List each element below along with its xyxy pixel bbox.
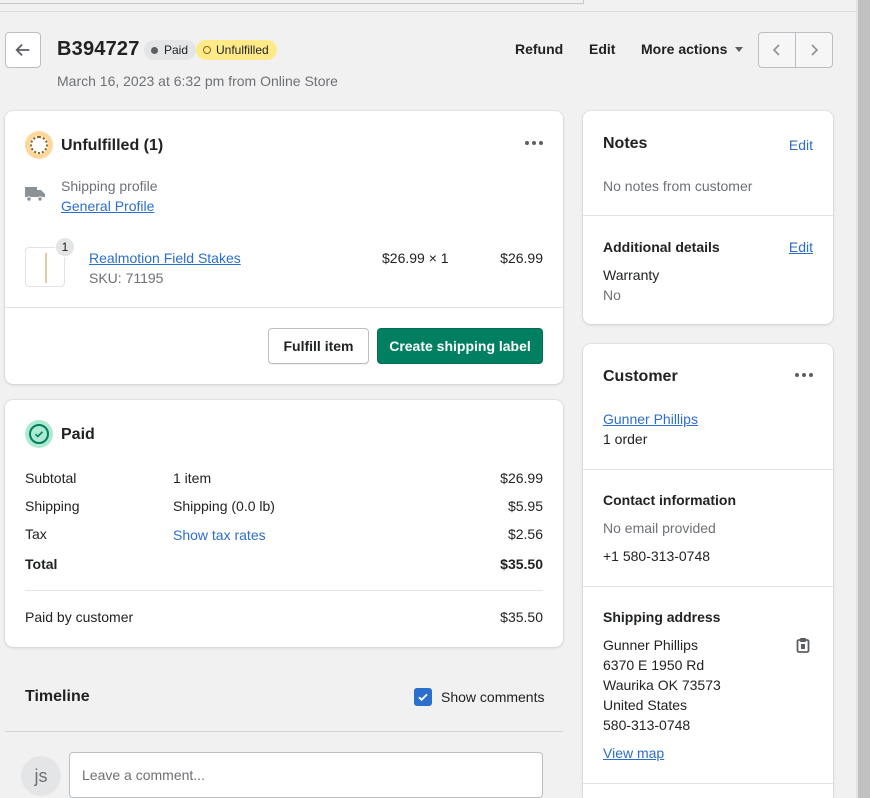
fulfill-item-button[interactable]: Fulfill item: [268, 328, 369, 364]
show-comments-label[interactable]: Show comments: [441, 689, 544, 705]
paid-by-value: $35.50: [500, 609, 543, 625]
divider: [583, 783, 833, 784]
chevron-right-icon: [811, 44, 819, 56]
edit-additional-details-button[interactable]: Edit: [789, 239, 813, 255]
divider: [583, 215, 833, 216]
customer-name-link[interactable]: Gunner Phillips: [603, 411, 698, 427]
paid-status-icon: [25, 420, 53, 448]
total-label: Total: [25, 556, 58, 572]
shipping-detail: Shipping (0.0 lb): [173, 498, 275, 514]
subtotal-detail: 1 item: [173, 470, 212, 486]
quantity-badge: 1: [55, 237, 75, 257]
truck-icon: [25, 187, 45, 202]
create-shipping-label-button[interactable]: Create shipping label: [377, 328, 543, 364]
divider: [583, 469, 833, 470]
paid-title: Paid: [61, 426, 95, 443]
chevron-left-icon: [772, 44, 780, 56]
contact-information-title: Contact information: [603, 492, 736, 508]
refund-button[interactable]: Refund: [515, 41, 563, 57]
fulfillment-status-badge: Unfulfilled: [196, 40, 277, 60]
clipboard-copy-icon[interactable]: [795, 637, 811, 653]
address-line-country: United States: [603, 697, 688, 713]
fulfillment-status-text: Unfulfilled: [216, 43, 269, 57]
top-divider: [0, 0, 584, 4]
shipping-value: $5.95: [507, 498, 543, 514]
divider: [25, 590, 543, 591]
price-quantity: $26.99 × 1: [382, 250, 449, 266]
top-scroll-area: [0, 0, 858, 12]
notes-card: Notes Edit No notes from customer Additi…: [583, 111, 833, 324]
product-link[interactable]: Realmotion Field Stakes: [89, 250, 241, 266]
more-horizontal-icon[interactable]: [525, 141, 543, 145]
payment-status-text: Paid: [164, 43, 189, 57]
more-actions-label: More actions: [641, 41, 728, 57]
divider: [5, 307, 563, 308]
customer-phone[interactable]: +1 580-313-0748: [603, 548, 710, 564]
show-tax-rates-link[interactable]: Show tax rates: [173, 527, 266, 543]
dot-icon: [151, 46, 158, 54]
customer-order-count: 1 order: [603, 431, 648, 447]
subtotal-value: $26.99: [500, 470, 543, 486]
checkbox-checked-icon[interactable]: [414, 688, 432, 706]
arrow-left-icon: [15, 43, 30, 57]
timeline-divider: [5, 731, 563, 732]
ring-icon: [203, 46, 211, 54]
shipping-label: Shipping: [25, 498, 80, 514]
order-pager: [758, 32, 833, 68]
unfulfilled-title: Unfulfilled (1): [61, 137, 164, 154]
warranty-value: No: [603, 287, 621, 303]
line-total: $26.99: [500, 250, 543, 266]
previous-order-button[interactable]: [759, 33, 796, 67]
warranty-label: Warranty: [603, 267, 660, 283]
edit-order-button[interactable]: Edit: [589, 41, 615, 57]
customer-card: Customer Gunner Phillips 1 order Contact…: [583, 344, 833, 798]
additional-details-title: Additional details: [603, 239, 720, 255]
address-line-city: Waurika OK 73573: [603, 677, 721, 693]
tax-label: Tax: [25, 526, 47, 542]
next-order-button[interactable]: [796, 33, 832, 67]
order-date: March 16, 2023 at 6:32 pm from Online St…: [57, 73, 338, 89]
order-header: B394727 Paid Unfulfilled March 16, 2023 …: [0, 30, 858, 94]
address-line-phone: 580-313-0748: [603, 717, 691, 733]
shipping-profile-label: Shipping profile: [61, 178, 158, 194]
order-number: B394727: [57, 38, 140, 60]
paid-card: Paid Subtotal 1 item $26.99 Shipping Shi…: [5, 400, 563, 647]
subtotal-label: Subtotal: [25, 470, 77, 486]
notes-empty-text: No notes from customer: [603, 178, 753, 194]
more-horizontal-icon[interactable]: [795, 373, 813, 377]
notes-title: Notes: [603, 135, 648, 152]
edit-notes-button[interactable]: Edit: [789, 137, 813, 153]
scrollbar[interactable]: [858, 0, 870, 798]
caret-down-icon: [735, 46, 744, 52]
address-line-street: 6370 E 1950 Rd: [603, 657, 705, 673]
shipping-profile-link[interactable]: General Profile: [61, 198, 154, 214]
divider: [583, 586, 833, 587]
address-line-name: Gunner Phillips: [603, 637, 698, 653]
view-map-link[interactable]: View map: [603, 745, 664, 761]
customer-email: No email provided: [603, 520, 716, 536]
paid-by-label: Paid by customer: [25, 609, 134, 625]
tax-value: $2.56: [507, 526, 543, 542]
payment-status-badge: Paid: [144, 40, 197, 60]
product-sku: SKU: 71195: [89, 270, 164, 286]
back-button[interactable]: [5, 32, 41, 68]
more-actions-button[interactable]: More actions: [641, 41, 744, 57]
timeline-title: Timeline: [25, 688, 90, 705]
customer-title: Customer: [603, 368, 678, 385]
total-value: $35.50: [500, 556, 543, 572]
shipping-address-title: Shipping address: [603, 609, 721, 625]
unfulfilled-status-icon: [25, 131, 53, 159]
unfulfilled-card: Unfulfilled (1) Shipping profile General…: [5, 111, 563, 384]
avatar: js: [21, 756, 61, 796]
comment-input[interactable]: [69, 752, 543, 798]
